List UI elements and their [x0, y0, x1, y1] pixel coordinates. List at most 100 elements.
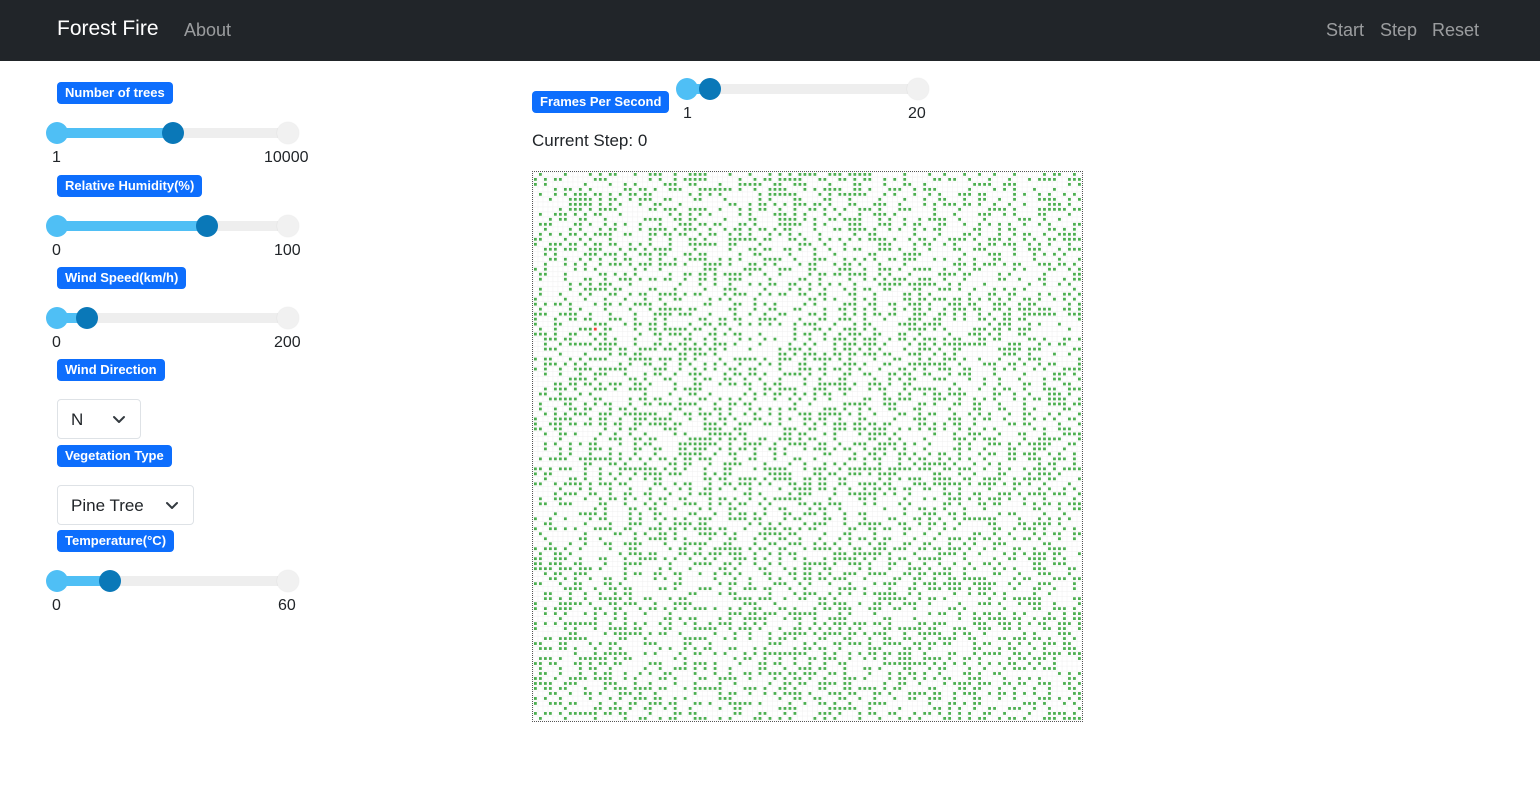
tree-cell	[593, 512, 597, 516]
tree-cell	[1013, 667, 1016, 670]
tree-cell	[983, 342, 986, 346]
trees-slider[interactable]	[46, 121, 299, 145]
tree-cell	[808, 482, 812, 486]
tree-cell	[758, 532, 762, 536]
tree-cell	[783, 652, 787, 655]
tree-cell	[683, 412, 687, 416]
tree-cell	[828, 192, 832, 196]
tree-cell	[733, 592, 737, 596]
tree-cell	[738, 447, 742, 451]
tree-cell	[868, 642, 872, 645]
slider-handle[interactable]	[699, 78, 722, 100]
tree-cell	[873, 292, 877, 296]
tree-cell	[893, 582, 897, 586]
tree-cell	[1078, 532, 1081, 536]
tree-cell	[898, 412, 902, 416]
tree-cell	[743, 627, 747, 630]
tree-cell	[573, 332, 577, 336]
slider-handle[interactable]	[76, 307, 99, 329]
tree-cell	[603, 282, 607, 286]
tree-cell	[993, 502, 996, 506]
tree-cell	[693, 352, 697, 356]
tree-cell	[778, 272, 782, 276]
tree-cell	[778, 472, 782, 476]
tree-cell	[898, 682, 902, 685]
tree-cell	[648, 192, 652, 196]
tree-cell	[973, 517, 976, 521]
humidity-slider[interactable]	[46, 214, 299, 238]
tree-cell	[958, 437, 962, 441]
wind-speed-slider[interactable]	[46, 306, 299, 330]
slider-handle[interactable]	[99, 570, 122, 592]
tree-cell	[658, 512, 662, 516]
wind-direction-select[interactable]: N	[57, 399, 141, 439]
tree-cell	[608, 327, 612, 331]
tree-cell	[728, 277, 732, 281]
tree-cell	[763, 227, 767, 231]
fps-slider[interactable]	[676, 77, 929, 101]
tree-cell	[1048, 227, 1051, 231]
tree-cell	[883, 397, 887, 401]
tree-cell	[993, 202, 996, 206]
tree-cell	[818, 357, 822, 361]
tree-cell	[683, 227, 687, 231]
tree-cell	[1008, 202, 1011, 206]
tree-cell	[773, 302, 777, 306]
tree-cell	[868, 432, 872, 436]
tree-cell	[848, 372, 852, 376]
tree-cell	[998, 617, 1001, 620]
start-button[interactable]: Start	[1326, 20, 1364, 41]
tree-cell	[538, 272, 542, 276]
tree-cell	[798, 597, 802, 601]
tree-cell	[893, 597, 897, 601]
tree-cell	[893, 662, 897, 665]
nav-about-link[interactable]: About	[184, 20, 231, 41]
vegetation-select[interactable]: Pine Tree	[57, 485, 194, 525]
tree-cell	[888, 582, 892, 586]
tree-cell	[1073, 637, 1076, 640]
tree-cell	[933, 237, 937, 241]
tree-cell	[1018, 347, 1021, 351]
tree-cell	[608, 407, 612, 411]
tree-cell	[928, 627, 932, 630]
tree-cell	[703, 542, 707, 546]
tree-cell	[993, 437, 996, 441]
tree-cell	[593, 672, 597, 675]
tree-cell	[903, 322, 907, 326]
tree-cell	[788, 177, 792, 181]
tree-cell	[783, 567, 787, 571]
tree-cell	[1028, 357, 1031, 361]
tree-cell	[863, 552, 867, 556]
tree-cell	[918, 627, 922, 630]
tree-cell	[788, 472, 792, 476]
reset-button[interactable]: Reset	[1432, 20, 1479, 41]
tree-cell	[993, 252, 996, 256]
temperature-slider[interactable]	[46, 569, 299, 593]
slider-handle[interactable]	[196, 215, 219, 237]
tree-cell	[558, 217, 562, 221]
tree-cell	[768, 527, 772, 531]
slider-max-knob	[277, 215, 299, 237]
tree-cell	[534, 467, 537, 471]
tree-cell	[788, 227, 792, 231]
tree-cell	[783, 547, 787, 551]
tree-cell	[958, 392, 962, 396]
forest-grid[interactable]	[532, 171, 1083, 722]
tree-cell	[873, 692, 877, 695]
step-button[interactable]: Step	[1380, 20, 1417, 41]
tree-cell	[948, 177, 952, 181]
tree-cell	[703, 667, 707, 670]
tree-cell	[618, 552, 622, 556]
tree-cell	[848, 342, 852, 346]
tree-cell	[638, 222, 642, 226]
tree-cell	[813, 342, 817, 346]
tree-cell	[613, 227, 617, 231]
tree-cell	[863, 632, 867, 635]
brand-title[interactable]: Forest Fire	[57, 17, 159, 41]
tree-cell	[658, 202, 662, 206]
tree-cell	[648, 557, 652, 561]
slider-handle[interactable]	[161, 122, 184, 144]
tree-cell	[843, 512, 847, 516]
tree-cell	[918, 347, 922, 351]
tree-cell	[958, 582, 962, 586]
